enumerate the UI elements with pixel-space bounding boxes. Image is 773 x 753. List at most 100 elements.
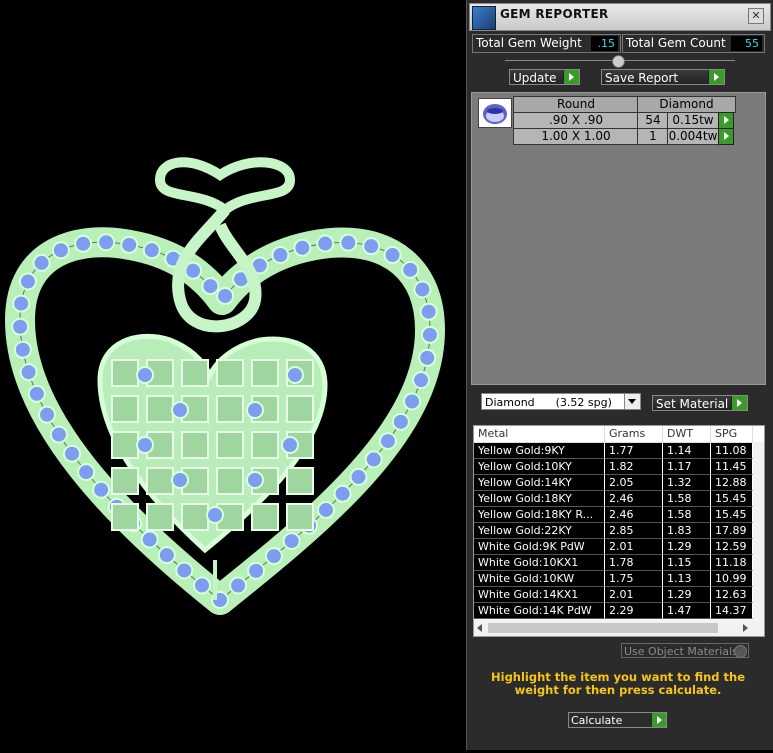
table-row[interactable]: White Gold:14K PdW 2.29 1.47 14.37 [474, 603, 764, 619]
stone [246, 401, 264, 419]
stone [32, 253, 51, 272]
stone [383, 246, 402, 265]
metal-table-header: Metal Grams DWT SPG [474, 426, 764, 443]
stone [419, 302, 438, 321]
stone [63, 444, 82, 463]
column-header[interactable]: SPG [711, 426, 753, 442]
total-gem-count: Total Gem Count 55 [622, 34, 765, 53]
heart-pendant-model[interactable] [0, 0, 466, 750]
table-cell: 10.99 [711, 571, 753, 587]
table-cell: 1.83 [663, 523, 711, 539]
table-cell: 12.88 [711, 475, 753, 491]
stone [413, 280, 432, 299]
stone [246, 471, 264, 489]
table-row[interactable]: Yellow Gold:10KY 1.82 1.17 11.45 [474, 459, 764, 475]
stone [74, 234, 93, 253]
table-row[interactable]: White Gold:10KW 1.75 1.13 10.99 [474, 571, 764, 587]
lattice-cell [111, 395, 139, 423]
scroll-left-icon[interactable] [477, 624, 482, 632]
stone [264, 547, 283, 566]
table-row[interactable]: White Gold:10KX1 1.78 1.15 11.18 [474, 555, 764, 571]
table-row[interactable]: Yellow Gold:18KY R... 2.46 1.58 15.45 [474, 507, 764, 523]
table-row[interactable]: Yellow Gold:22KY 2.85 1.83 17.89 [474, 523, 764, 539]
lattice-cell [251, 503, 279, 531]
round-gem-icon[interactable] [478, 98, 512, 128]
table-cell: 1.58 [663, 491, 711, 507]
3d-viewport[interactable] [0, 0, 466, 750]
table-cell: 1.29 [663, 587, 711, 603]
column-header[interactable]: Grams [605, 426, 663, 442]
stone [286, 366, 304, 384]
stone [49, 425, 68, 444]
stone [51, 241, 70, 260]
stone [193, 576, 212, 595]
title-bar[interactable]: GEM REPORTER ✕ [469, 3, 771, 31]
vertical-scrollbar[interactable] [753, 442, 764, 620]
table-cell: 1.15 [663, 555, 711, 571]
gem-weight: 0.15tw [667, 112, 719, 129]
table-cell: 17.89 [711, 523, 753, 539]
table-cell: 15.45 [711, 491, 753, 507]
gem-row-arrow-icon[interactable] [718, 112, 734, 129]
use-object-materials-option[interactable]: Use Object Materials [621, 643, 749, 658]
table-row[interactable]: White Gold:14KX1 2.01 1.29 12.63 [474, 587, 764, 603]
table-cell: Yellow Gold:22KY [474, 523, 605, 539]
table-cell: 1.75 [605, 571, 663, 587]
calculate-button[interactable]: Calculate [568, 712, 667, 728]
stone [136, 436, 154, 454]
splitter-handle[interactable] [612, 55, 625, 68]
stone [140, 530, 159, 549]
table-cell: 2.46 [605, 491, 663, 507]
table-cell: 2.05 [605, 475, 663, 491]
table-row[interactable]: White Gold:9K PdW 2.01 1.29 12.59 [474, 539, 764, 555]
horizontal-scrollbar[interactable] [474, 620, 764, 636]
stone [362, 237, 381, 256]
scroll-thumb[interactable] [488, 623, 718, 633]
stone [333, 484, 352, 503]
column-header[interactable]: Metal [474, 426, 605, 442]
table-cell: 1.58 [663, 507, 711, 523]
table-row[interactable]: Yellow Gold:14KY 2.05 1.32 12.88 [474, 475, 764, 491]
table-cell: 1.14 [663, 443, 711, 459]
top-heart-bail [154, 157, 296, 217]
lattice-cell [251, 359, 279, 387]
calculate-button-label: Calculate [571, 714, 623, 727]
stone [403, 392, 422, 411]
table-row[interactable]: Yellow Gold:9KY 1.77 1.14 11.08 [474, 443, 764, 459]
table-cell: 15.45 [711, 507, 753, 523]
scroll-right-icon[interactable] [743, 624, 748, 632]
chevron-down-icon[interactable] [624, 394, 640, 409]
table-cell: Yellow Gold:14KY [474, 475, 605, 491]
close-icon[interactable]: ✕ [748, 8, 764, 24]
lattice-cell [216, 359, 244, 387]
stone [229, 576, 248, 595]
table-cell: 11.18 [711, 555, 753, 571]
table-cell: Yellow Gold:10KY [474, 459, 605, 475]
lattice-cell [286, 503, 314, 531]
table-row[interactable]: Yellow Gold:18KY 2.46 1.58 15.45 [474, 491, 764, 507]
table-cell: 1.77 [605, 443, 663, 459]
set-material-button[interactable]: Set Material [652, 395, 748, 411]
stone [18, 272, 37, 291]
gem-row-arrow-icon[interactable] [718, 128, 734, 145]
lattice-cell [286, 395, 314, 423]
stone [281, 436, 299, 454]
lattice-cell [146, 503, 174, 531]
column-header[interactable]: DWT [663, 426, 711, 442]
stone [175, 561, 194, 580]
update-button[interactable]: Update [509, 69, 580, 85]
set-material-button-label: Set Material [656, 397, 729, 411]
table-cell: 2.01 [605, 539, 663, 555]
lattice-cell [111, 467, 139, 495]
radio-icon[interactable] [734, 645, 747, 658]
stone [339, 233, 358, 252]
material-select[interactable]: Diamond (3.52 spg) [481, 393, 641, 410]
lattice-cell [181, 359, 209, 387]
stone [142, 241, 161, 260]
table-cell: 1.13 [663, 571, 711, 587]
stone [364, 450, 383, 469]
metal-table[interactable]: Metal Grams DWT SPG Yellow Gold:9KY 1.77 1… [473, 425, 765, 637]
stone [11, 317, 30, 336]
stone [157, 546, 176, 565]
save-report-button[interactable]: Save Report [601, 69, 725, 85]
